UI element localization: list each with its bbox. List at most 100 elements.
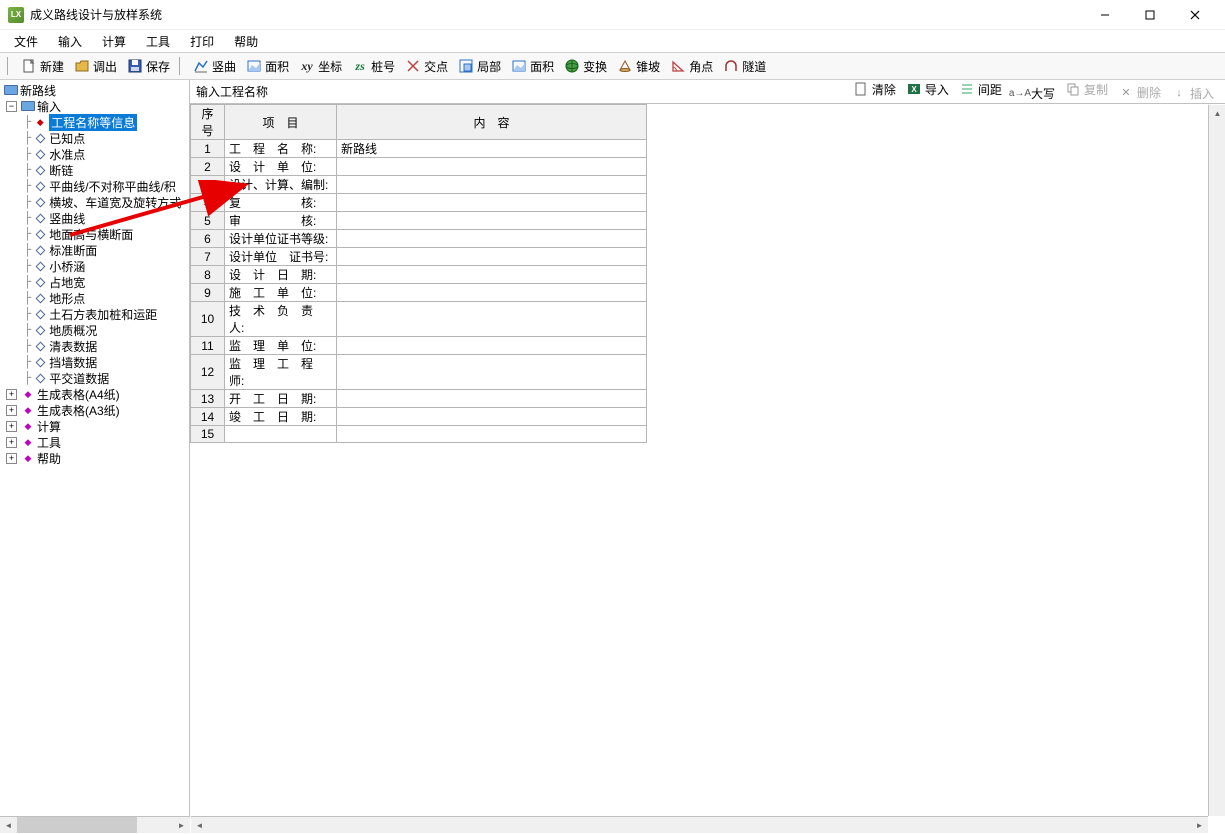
toolbar-tunnel-button[interactable]: 隧道 <box>719 55 770 77</box>
item-cell[interactable]: 审 核: <box>225 212 337 230</box>
table-row[interactable]: 7设计单位 证书号: <box>191 248 647 266</box>
item-cell[interactable] <box>225 426 337 443</box>
tree-item[interactable]: ├ 横坡、车道宽及旋转方式 <box>22 194 189 210</box>
table-row[interactable]: 1工 程 名 称:新路线 <box>191 140 647 158</box>
tree-item[interactable]: ├ 地质概况 <box>22 322 189 338</box>
table-row[interactable]: 13开 工 日 期: <box>191 390 647 408</box>
table-row[interactable]: 9施 工 单 位: <box>191 284 647 302</box>
tree-item[interactable]: ├ 地面高与横断面 <box>22 226 189 242</box>
table-row[interactable]: 4复 核: <box>191 194 647 212</box>
toolbar-save-button[interactable]: 保存 <box>123 55 174 77</box>
content-cell[interactable] <box>337 302 647 337</box>
main-vertical-scrollbar[interactable]: ▲ <box>1208 105 1225 816</box>
menu-文件[interactable]: 文件 <box>4 31 48 52</box>
toolbar-intersect-button[interactable]: 交点 <box>401 55 452 77</box>
tree-root[interactable]: 新路线 <box>0 82 189 98</box>
menu-工具[interactable]: 工具 <box>136 31 180 52</box>
tree-item[interactable]: ├ 断链 <box>22 162 189 178</box>
item-cell[interactable]: 设 计 单 位: <box>225 158 337 176</box>
tree-item[interactable]: ├ 清表数据 <box>22 338 189 354</box>
table-row[interactable]: 11监 理 单 位: <box>191 337 647 355</box>
expand-icon[interactable]: + <box>6 405 17 416</box>
expand-icon[interactable]: + <box>6 389 17 400</box>
table-row[interactable]: 5审 核: <box>191 212 647 230</box>
table-row[interactable]: 10技 术 负 责 人: <box>191 302 647 337</box>
tree-item[interactable]: ├ 地形点 <box>22 290 189 306</box>
table-row[interactable]: 8设 计 日 期: <box>191 266 647 284</box>
tree-item[interactable]: +◆帮助 <box>4 450 189 466</box>
item-cell[interactable]: 竣 工 日 期: <box>225 408 337 426</box>
toolbar-coord-button[interactable]: xy坐标 <box>295 55 346 77</box>
table-row[interactable]: 15 <box>191 426 647 443</box>
content-cell[interactable] <box>337 426 647 443</box>
scroll-left-button[interactable]: ◄ <box>191 817 208 834</box>
tree-item[interactable]: +◆生成表格(A3纸) <box>4 402 189 418</box>
close-button[interactable] <box>1172 1 1217 29</box>
tree-item[interactable]: ├ 挡墙数据 <box>22 354 189 370</box>
item-cell[interactable]: 监 理 单 位: <box>225 337 337 355</box>
content-cell[interactable] <box>337 284 647 302</box>
toolbar-open-button[interactable]: 调出 <box>70 55 121 77</box>
tree-item[interactable]: ├ ◆工程名称等信息 <box>22 114 189 130</box>
tree-item[interactable]: ├ 竖曲线 <box>22 210 189 226</box>
content-cell[interactable] <box>337 230 647 248</box>
content-cell[interactable] <box>337 176 647 194</box>
tree-item[interactable]: +◆工具 <box>4 434 189 450</box>
item-cell[interactable]: 设计、计算、编制: <box>225 176 337 194</box>
expand-icon[interactable]: + <box>6 437 17 448</box>
content-cell[interactable] <box>337 248 647 266</box>
table-row[interactable]: 14竣 工 日 期: <box>191 408 647 426</box>
tree-item[interactable]: +◆生成表格(A4纸) <box>4 386 189 402</box>
menu-帮助[interactable]: 帮助 <box>224 31 268 52</box>
tree-item[interactable]: ├ 平曲线/不对称平曲线/积 <box>22 178 189 194</box>
toolbar-local-button[interactable]: 局部 <box>454 55 505 77</box>
toolbar-angle-button[interactable]: 角点 <box>666 55 717 77</box>
item-cell[interactable]: 复 核: <box>225 194 337 212</box>
menu-计算[interactable]: 计算 <box>92 31 136 52</box>
item-cell[interactable]: 工 程 名 称: <box>225 140 337 158</box>
grid-area[interactable]: 序 号项 目内 容1工 程 名 称:新路线2设 计 单 位:3设计、计算、编制:… <box>190 104 1225 833</box>
column-header[interactable]: 项 目 <box>225 105 337 140</box>
content-cell[interactable] <box>337 337 647 355</box>
table-row[interactable]: 3设计、计算、编制: <box>191 176 647 194</box>
tree-panel[interactable]: 新路线−输入├ ◆工程名称等信息├ 已知点├ 水准点├ 断链├ 平曲线/不对称平… <box>0 80 190 833</box>
menu-打印[interactable]: 打印 <box>180 31 224 52</box>
content-cell[interactable] <box>337 212 647 230</box>
tree-item[interactable]: ├ 平交道数据 <box>22 370 189 386</box>
content-cell[interactable] <box>337 194 647 212</box>
scroll-right-button[interactable]: ► <box>1191 817 1208 834</box>
tree-input[interactable]: −输入 <box>4 98 189 114</box>
expand-icon[interactable]: + <box>6 453 17 464</box>
tree-item[interactable]: ├ 占地宽 <box>22 274 189 290</box>
item-cell[interactable]: 设计单位证书等级: <box>225 230 337 248</box>
content-cell[interactable] <box>337 390 647 408</box>
column-header[interactable]: 序 号 <box>191 105 225 140</box>
tree-item[interactable]: ├ 标准断面 <box>22 242 189 258</box>
data-grid[interactable]: 序 号项 目内 容1工 程 名 称:新路线2设 计 单 位:3设计、计算、编制:… <box>190 104 647 443</box>
scroll-left-button[interactable]: ◄ <box>0 817 17 834</box>
collapse-icon[interactable]: − <box>6 101 17 112</box>
main-horizontal-scrollbar[interactable]: ◄ ► <box>191 816 1208 833</box>
minimize-button[interactable] <box>1082 1 1127 29</box>
menu-输入[interactable]: 输入 <box>48 31 92 52</box>
item-cell[interactable]: 设 计 日 期: <box>225 266 337 284</box>
panel-case-button[interactable]: a→A大写 <box>1007 83 1060 104</box>
scroll-right-button[interactable]: ► <box>173 817 190 834</box>
panel-spacing-button[interactable]: 间距 <box>954 80 1007 100</box>
item-cell[interactable]: 监 理 工 程 师: <box>225 355 337 390</box>
column-header[interactable]: 内 容 <box>337 105 647 140</box>
scroll-up-button[interactable]: ▲ <box>1209 105 1225 122</box>
toolbar-vcurve-button[interactable]: 竖曲 <box>189 55 240 77</box>
toolbar-stake-button[interactable]: zs桩号 <box>348 55 399 77</box>
toolbar-new-button[interactable]: 新建 <box>17 55 68 77</box>
item-cell[interactable]: 技 术 负 责 人: <box>225 302 337 337</box>
expand-icon[interactable]: + <box>6 421 17 432</box>
toolbar-area1-button[interactable]: 面积 <box>242 55 293 77</box>
scroll-thumb[interactable] <box>17 817 137 833</box>
maximize-button[interactable] <box>1127 1 1172 29</box>
content-cell[interactable] <box>337 355 647 390</box>
tree-item[interactable]: ├ 小桥涵 <box>22 258 189 274</box>
tree-horizontal-scrollbar[interactable]: ◄ ► <box>0 816 190 833</box>
item-cell[interactable]: 开 工 日 期: <box>225 390 337 408</box>
content-cell[interactable] <box>337 266 647 284</box>
